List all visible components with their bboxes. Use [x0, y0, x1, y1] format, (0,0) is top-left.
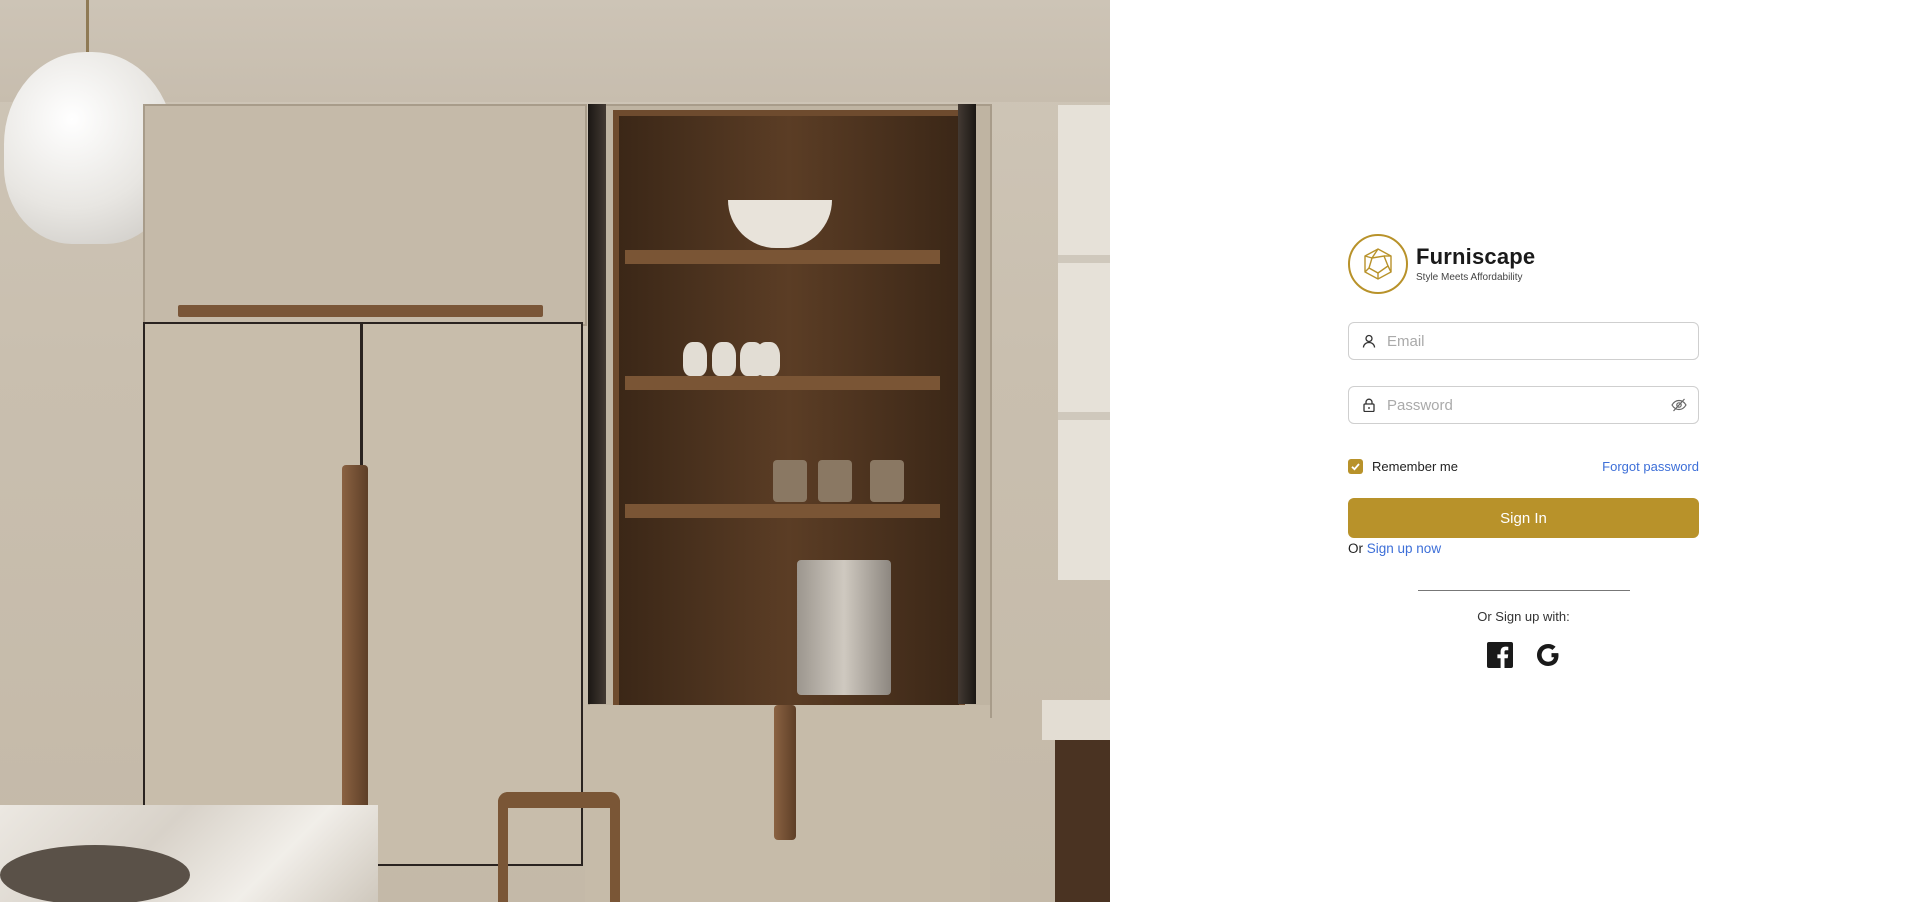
remember-me-checkbox[interactable]	[1348, 458, 1363, 474]
shelf	[625, 376, 940, 390]
pendant-cord	[86, 0, 89, 54]
signup-line: Or Sign up now	[1348, 541, 1699, 556]
email-field	[1348, 322, 1699, 360]
hero-image	[0, 0, 1110, 902]
vase	[756, 342, 780, 376]
vase	[712, 342, 736, 376]
user-icon	[1361, 333, 1377, 349]
shelf	[625, 504, 940, 518]
remember-me[interactable]: Remember me	[1348, 458, 1458, 474]
login-panel: Furniscape Style Meets Affordability Ema…	[1348, 232, 1699, 669]
brand: Furniscape Style Meets Affordability	[1348, 232, 1699, 296]
social-title: Or Sign up with:	[1477, 609, 1570, 624]
vase	[683, 342, 707, 376]
shelf	[1058, 412, 1110, 420]
hero-wall	[0, 0, 1110, 102]
mug	[773, 460, 807, 502]
divider	[1417, 590, 1630, 591]
email-input[interactable]	[1385, 331, 1688, 351]
password-field	[1348, 386, 1699, 424]
google-icon[interactable]	[1534, 641, 1562, 669]
forgot-password-link[interactable]: Forgot password	[1602, 459, 1699, 474]
pocket-door	[958, 104, 976, 704]
side-cabinet	[1055, 740, 1110, 902]
shelf	[625, 250, 940, 264]
counter	[1042, 700, 1110, 740]
cabinet-handle	[178, 305, 543, 317]
eye-off-icon[interactable]	[1670, 396, 1688, 414]
signup-prefix: Or	[1348, 541, 1363, 556]
geometric-polyhedron-icon	[1348, 234, 1408, 294]
sink	[0, 845, 190, 902]
remember-me-label: Remember me	[1372, 458, 1458, 474]
sign-in-button[interactable]: Sign In	[1348, 498, 1699, 538]
chair	[498, 792, 620, 902]
password-input[interactable]	[1385, 395, 1670, 415]
pocket-door	[588, 104, 606, 704]
mug	[870, 460, 904, 502]
facebook-icon[interactable]	[1486, 641, 1514, 669]
cabinet-handle	[774, 705, 796, 840]
social-buttons	[1348, 641, 1699, 669]
sign-up-link[interactable]: Sign up now	[1367, 541, 1441, 556]
lock-icon	[1361, 397, 1377, 413]
brand-tagline: Style Meets Affordability	[1416, 271, 1523, 283]
side-shelf	[1058, 105, 1110, 580]
brand-name: Furniscape	[1416, 243, 1536, 269]
coffee-maker	[797, 560, 891, 695]
shelf	[1058, 255, 1110, 263]
upper-cabinet	[143, 104, 587, 326]
mug	[818, 460, 852, 502]
cabinet-handle	[342, 465, 368, 820]
options-row: Remember me Forgot password	[1348, 456, 1699, 476]
